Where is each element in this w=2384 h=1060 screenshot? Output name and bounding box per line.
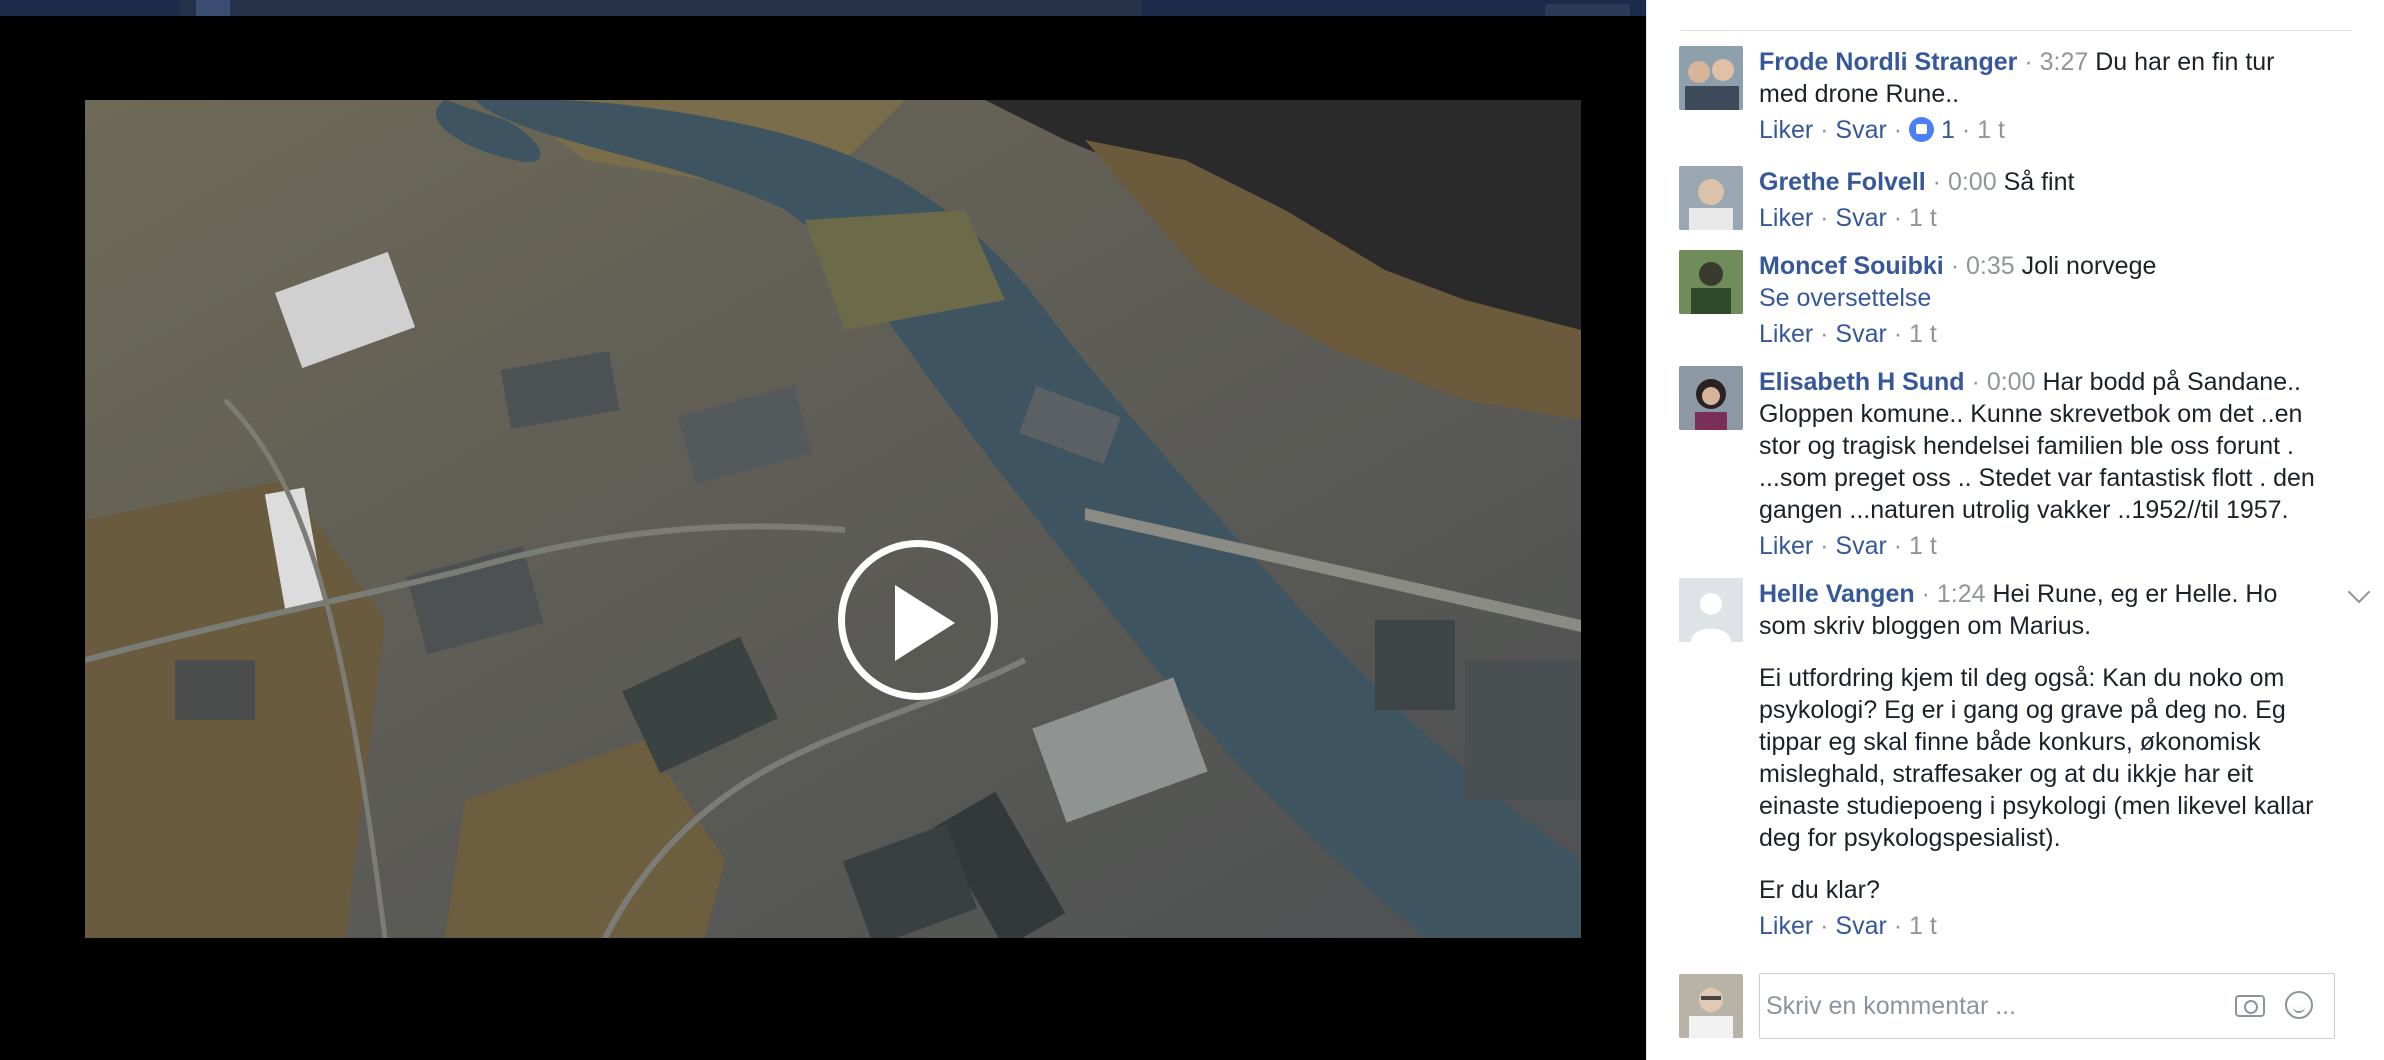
comment-actions: Liker · Svar · 1 t: [1759, 320, 1937, 348]
play-button[interactable]: [838, 540, 998, 700]
comment-author[interactable]: Frode Nordli Stranger: [1759, 48, 2017, 76]
comment-timestamp[interactable]: 1:24: [1937, 580, 1986, 608]
comment-text-paragraph: Er du klar?: [1759, 876, 1880, 904]
comment-actions: Liker · Svar · 1 t: [1759, 204, 1937, 232]
avatar[interactable]: [1679, 250, 1743, 314]
avatar[interactable]: [1679, 366, 1743, 430]
camera-icon[interactable]: [2235, 995, 2265, 1017]
emoji-icon[interactable]: [2285, 991, 2313, 1019]
comment-actions: Liker · Svar · 1 t: [1759, 912, 1937, 940]
like-link[interactable]: Liker: [1759, 532, 1813, 560]
reply-link[interactable]: Svar: [1835, 204, 1886, 232]
current-user-avatar[interactable]: [1679, 974, 1743, 1038]
avatar[interactable]: [1679, 166, 1743, 230]
divider: [1681, 30, 2351, 31]
comment-timestamp[interactable]: 0:00: [1987, 368, 2036, 396]
like-reaction-icon[interactable]: [1909, 117, 1935, 142]
comment-age[interactable]: 1 t: [1909, 320, 1937, 348]
comment-composer: [1679, 973, 2369, 1039]
like-link[interactable]: Liker: [1759, 204, 1813, 232]
reply-link[interactable]: Svar: [1835, 912, 1886, 940]
like-link[interactable]: Liker: [1759, 320, 1813, 348]
comment-timestamp[interactable]: 0:00: [1948, 168, 1997, 196]
reply-link[interactable]: Svar: [1835, 532, 1886, 560]
comment-text: Joli norvege: [2021, 252, 2157, 280]
chevron-down-icon[interactable]: [2347, 580, 2371, 604]
comment-age[interactable]: 1 t: [1909, 912, 1937, 940]
comment-timestamp[interactable]: 3:27: [2040, 48, 2089, 76]
like-link[interactable]: Liker: [1759, 116, 1813, 144]
comment-text-paragraph: Ei utfordring kjem til deg også: Kan du …: [1759, 664, 2314, 852]
play-icon: [895, 585, 955, 661]
like-link[interactable]: Liker: [1759, 912, 1813, 940]
avatar-placeholder[interactable]: [1679, 578, 1743, 642]
video-player[interactable]: [85, 100, 1581, 938]
comment-timestamp[interactable]: 0:35: [1966, 252, 2015, 280]
video-frame-aerial-town: [85, 100, 1581, 938]
comments-panel: Frode Nordli Stranger · 3:27 Du har en f…: [1646, 0, 2384, 1060]
comment-text: Så fint: [2003, 168, 2075, 196]
comment-age[interactable]: 1 t: [1909, 532, 1937, 560]
comment-age[interactable]: 1 t: [1909, 204, 1937, 232]
comment-author[interactable]: Grethe Folvell: [1759, 168, 1926, 196]
comment-age[interactable]: 1 t: [1977, 116, 2005, 144]
avatar[interactable]: [1679, 46, 1743, 110]
reply-link[interactable]: Svar: [1835, 320, 1886, 348]
reaction-count[interactable]: 1: [1941, 116, 1955, 144]
comment-actions: Liker · Svar · 1 t: [1759, 532, 1937, 560]
reply-link[interactable]: Svar: [1835, 116, 1886, 144]
comment-author[interactable]: Elisabeth H Sund: [1759, 368, 1965, 396]
see-translation-link[interactable]: Se oversettelse: [1759, 282, 2319, 314]
comment-author[interactable]: Moncef Souibki: [1759, 252, 1944, 280]
comment-actions: Liker · Svar · 1 · 1 t: [1759, 116, 2005, 144]
comment-author[interactable]: Helle Vangen: [1759, 580, 1915, 608]
